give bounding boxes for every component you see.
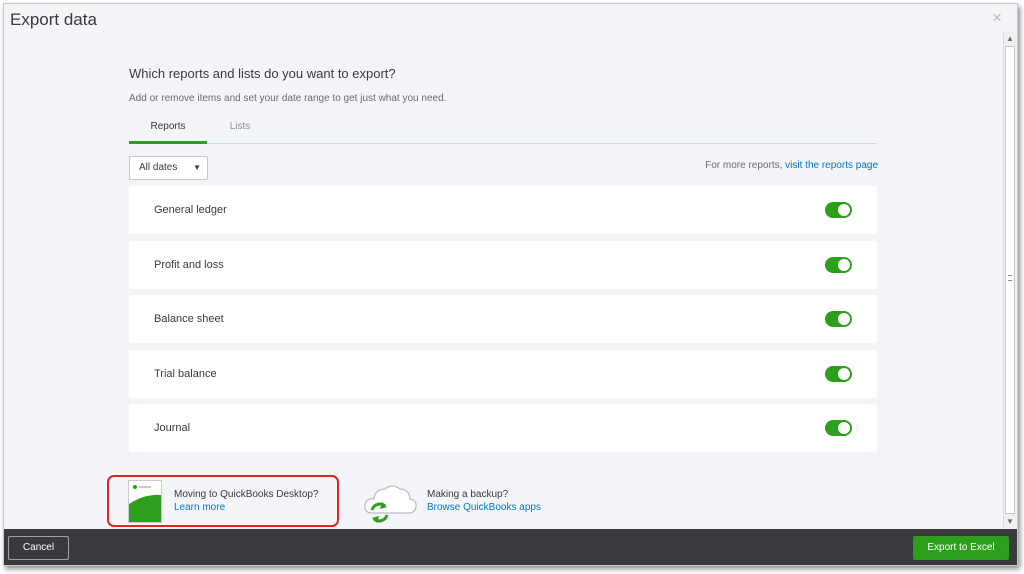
scroll-up-arrow-icon[interactable]: ▲ — [1004, 32, 1016, 45]
export-heading: Which reports and lists do you want to e… — [129, 66, 396, 81]
report-row-trial-balance: Trial balance — [129, 350, 877, 398]
export-subheading: Add or remove items and set your date ra… — [129, 93, 447, 104]
dialog-title: Export data — [10, 10, 97, 29]
export-dialog: Export data × ▲ ▼ Which reports and list… — [4, 4, 1017, 529]
report-row-journal: Journal — [129, 404, 877, 452]
more-reports-text: For more reports, — [705, 160, 786, 171]
report-label: Balance sheet — [154, 313, 224, 325]
cloud-sync-icon — [364, 485, 417, 523]
report-row-profit-and-loss: Profit and loss — [129, 241, 877, 289]
report-toggle[interactable] — [825, 366, 852, 382]
browse-apps-link[interactable]: Browse QuickBooks apps — [427, 502, 541, 513]
report-toggle[interactable] — [825, 257, 852, 273]
scroll-down-arrow-icon[interactable]: ▼ — [1004, 515, 1016, 528]
report-label: Journal — [154, 422, 191, 434]
toggle-knob — [838, 368, 850, 380]
report-toggle[interactable] — [825, 202, 852, 218]
close-icon[interactable]: × — [990, 9, 1004, 26]
desktop-promo-title: Moving to QuickBooks Desktop? — [174, 489, 319, 500]
report-label: General ledger — [154, 204, 227, 216]
report-label: Profit and loss — [154, 259, 224, 271]
report-row-balance-sheet: Balance sheet — [129, 295, 877, 343]
caret-down-icon: ▼ — [193, 163, 201, 172]
export-data-window: Export data × ▲ ▼ Which reports and list… — [3, 3, 1018, 566]
scroll-thumb[interactable] — [1005, 46, 1015, 514]
tab-lists[interactable]: Lists — [213, 117, 267, 144]
toggle-knob — [838, 313, 850, 325]
toggle-knob — [838, 204, 850, 216]
export-to-excel-button[interactable]: Export to Excel — [913, 536, 1009, 560]
date-range-select[interactable]: All dates ▼ — [129, 156, 208, 180]
report-toggle[interactable] — [825, 311, 852, 327]
export-tabs: Reports Lists — [129, 117, 877, 144]
report-label: Trial balance — [154, 368, 217, 380]
vertical-scrollbar[interactable]: ▲ ▼ — [1003, 32, 1016, 528]
toggle-knob — [838, 259, 850, 271]
toggle-knob — [838, 422, 850, 434]
date-range-value: All dates — [139, 162, 178, 173]
reports-page-link[interactable]: visit the reports page — [785, 160, 878, 171]
cancel-button[interactable]: Cancel — [8, 536, 69, 560]
tab-reports[interactable]: Reports — [129, 117, 207, 144]
desktop-app-icon — [128, 480, 162, 523]
backup-promo-title: Making a backup? — [427, 489, 509, 500]
more-reports-note: For more reports, visit the reports page — [705, 160, 878, 171]
report-row-general-ledger: General ledger — [129, 186, 877, 234]
learn-more-link[interactable]: Learn more — [174, 502, 225, 513]
scroll-grip-icon — [1008, 275, 1012, 281]
report-toggle[interactable] — [825, 420, 852, 436]
dialog-footer: Cancel Export to Excel — [4, 529, 1017, 565]
